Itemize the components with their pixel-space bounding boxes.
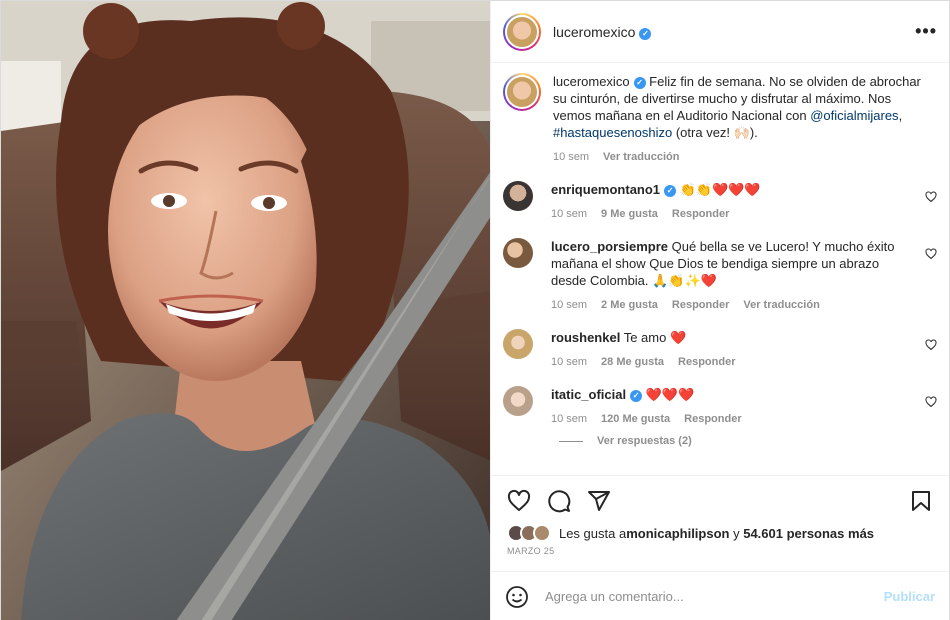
like-comment-heart-icon[interactable] (925, 396, 937, 408)
post-header: luceromexico ✓ ••• (490, 1, 949, 63)
comment-icon[interactable] (547, 489, 571, 513)
post-date[interactable]: MARZO 25 (507, 546, 933, 556)
likers-avatars[interactable] (506, 524, 551, 542)
commenter-avatar[interactable] (502, 181, 533, 211)
comment-text: lucero_porsiempre Qué bella se ve Lucero… (550, 239, 895, 288)
comment-time[interactable]: 10 sem (551, 208, 587, 220)
more-options-icon[interactable]: ••• (915, 21, 937, 42)
action-icons (507, 488, 933, 514)
replies-divider (558, 440, 583, 442)
comment-text: itatic_oficial ✓ ❤️❤️❤️ (550, 387, 695, 402)
commenter-avatar[interactable] (502, 386, 533, 416)
liker-username[interactable]: monicaphilipson (626, 526, 729, 541)
view-replies-button[interactable]: Ver respuestas (2) (558, 435, 937, 447)
emoji-icon[interactable] (505, 585, 529, 609)
likes-count[interactable]: 54.601 personas más (743, 526, 874, 541)
comment-row: itatic_oficial ✓ ❤️❤️❤️ 10 sem 120 Me gus… (502, 386, 937, 425)
commenter-avatar[interactable] (502, 329, 533, 359)
comment-text: enriquemontano1 ✓ 👏👏❤️❤️❤️ (550, 182, 761, 197)
author-avatar[interactable] (502, 12, 541, 51)
caption-time[interactable]: 10 sem (553, 151, 589, 163)
reply-button[interactable]: Responder (672, 208, 729, 220)
caption-text: luceromexico ✓ Feliz fin de semana. No se… (552, 74, 921, 140)
comment-meta: 10 sem 120 Me gusta Responder (551, 413, 911, 425)
verified-badge-icon: ✓ (639, 27, 652, 40)
comment-row: lucero_porsiempre Qué bella se ve Lucero… (502, 238, 937, 311)
view-replies-label: Ver respuestas (2) (596, 435, 692, 447)
translate-link[interactable]: Ver traducción (743, 299, 819, 311)
like-comment-heart-icon[interactable] (925, 191, 937, 203)
verified-badge-icon: ✓ (633, 77, 646, 89)
selfie-image (1, 1, 490, 620)
commenter-avatar[interactable] (502, 238, 533, 268)
caption-row: luceromexico ✓ Feliz fin de semana. No se… (502, 73, 937, 163)
comment-text: roushenkel Te amo ❤️ (550, 330, 687, 345)
likes-summary: Les gusta a monicaphilipson y 54.601 per… (506, 524, 933, 542)
hashtag-link[interactable]: #hastaquesenoshizo (553, 125, 672, 140)
caption-avatar[interactable] (502, 73, 541, 111)
comment-time[interactable]: 10 sem (551, 356, 587, 368)
comment-meta: 10 sem 9 Me gusta Responder (551, 208, 911, 220)
reply-button[interactable]: Responder (672, 299, 729, 311)
caption-translate-link[interactable]: Ver traducción (603, 151, 679, 163)
heart-icon[interactable] (507, 489, 531, 513)
reply-button[interactable]: Responder (678, 356, 735, 368)
mention-link[interactable]: @oficialmijares (810, 108, 898, 123)
comment-likes[interactable]: 9 Me gusta (601, 208, 658, 220)
caption-username[interactable]: luceromexico (553, 74, 630, 89)
comment-time[interactable]: 10 sem (551, 299, 587, 311)
comment-username[interactable]: roushenkel (551, 330, 620, 345)
comment-meta: 10 sem 28 Me gusta Responder (551, 356, 911, 368)
comment-likes[interactable]: 28 Me gusta (601, 356, 664, 368)
comment-meta: 10 sem 2 Me gusta Responder Ver traducci… (551, 299, 911, 311)
publish-button[interactable]: Publicar (884, 589, 935, 604)
verified-badge-icon: ✓ (664, 185, 677, 197)
comment-likes[interactable]: 120 Me gusta (601, 413, 670, 425)
like-comment-heart-icon[interactable] (925, 248, 937, 260)
comment-username[interactable]: lucero_porsiempre (551, 239, 668, 254)
post-actions: Les gusta a monicaphilipson y 54.601 per… (490, 475, 949, 556)
share-icon[interactable] (587, 489, 611, 513)
comment-input[interactable] (544, 589, 884, 604)
instagram-post-modal: luceromexico ✓ ••• luceromexico ✓ Feliz fi… (0, 0, 950, 620)
likes-prefix: Les gusta a (558, 525, 627, 541)
caption-meta: 10 sem Ver traducción (553, 151, 927, 163)
comment-time[interactable]: 10 sem (551, 413, 587, 425)
add-comment-bar: Publicar (490, 571, 949, 620)
bookmark-icon[interactable] (909, 489, 933, 513)
likes-mid: y (729, 525, 744, 541)
post-photo (1, 1, 490, 620)
comment-row: roushenkel Te amo ❤️ 10 sem 28 Me gusta … (502, 329, 937, 368)
comment-row: enriquemontano1 ✓ 👏👏❤️❤️❤️ 10 sem 9 Me gu… (502, 181, 937, 220)
like-comment-heart-icon[interactable] (925, 339, 937, 351)
comments-list: luceromexico ✓ Feliz fin de semana. No se… (491, 63, 949, 475)
comment-username[interactable]: enriquemontano1 (551, 182, 660, 197)
comment-likes[interactable]: 2 Me gusta (601, 299, 658, 311)
post-panel: luceromexico ✓ ••• luceromexico ✓ Feliz fi… (489, 1, 949, 620)
verified-badge-icon: ✓ (630, 390, 643, 402)
comment-username[interactable]: itatic_oficial (551, 387, 626, 402)
reply-button[interactable]: Responder (684, 413, 741, 425)
author-username[interactable]: luceromexico ✓ (553, 24, 652, 40)
